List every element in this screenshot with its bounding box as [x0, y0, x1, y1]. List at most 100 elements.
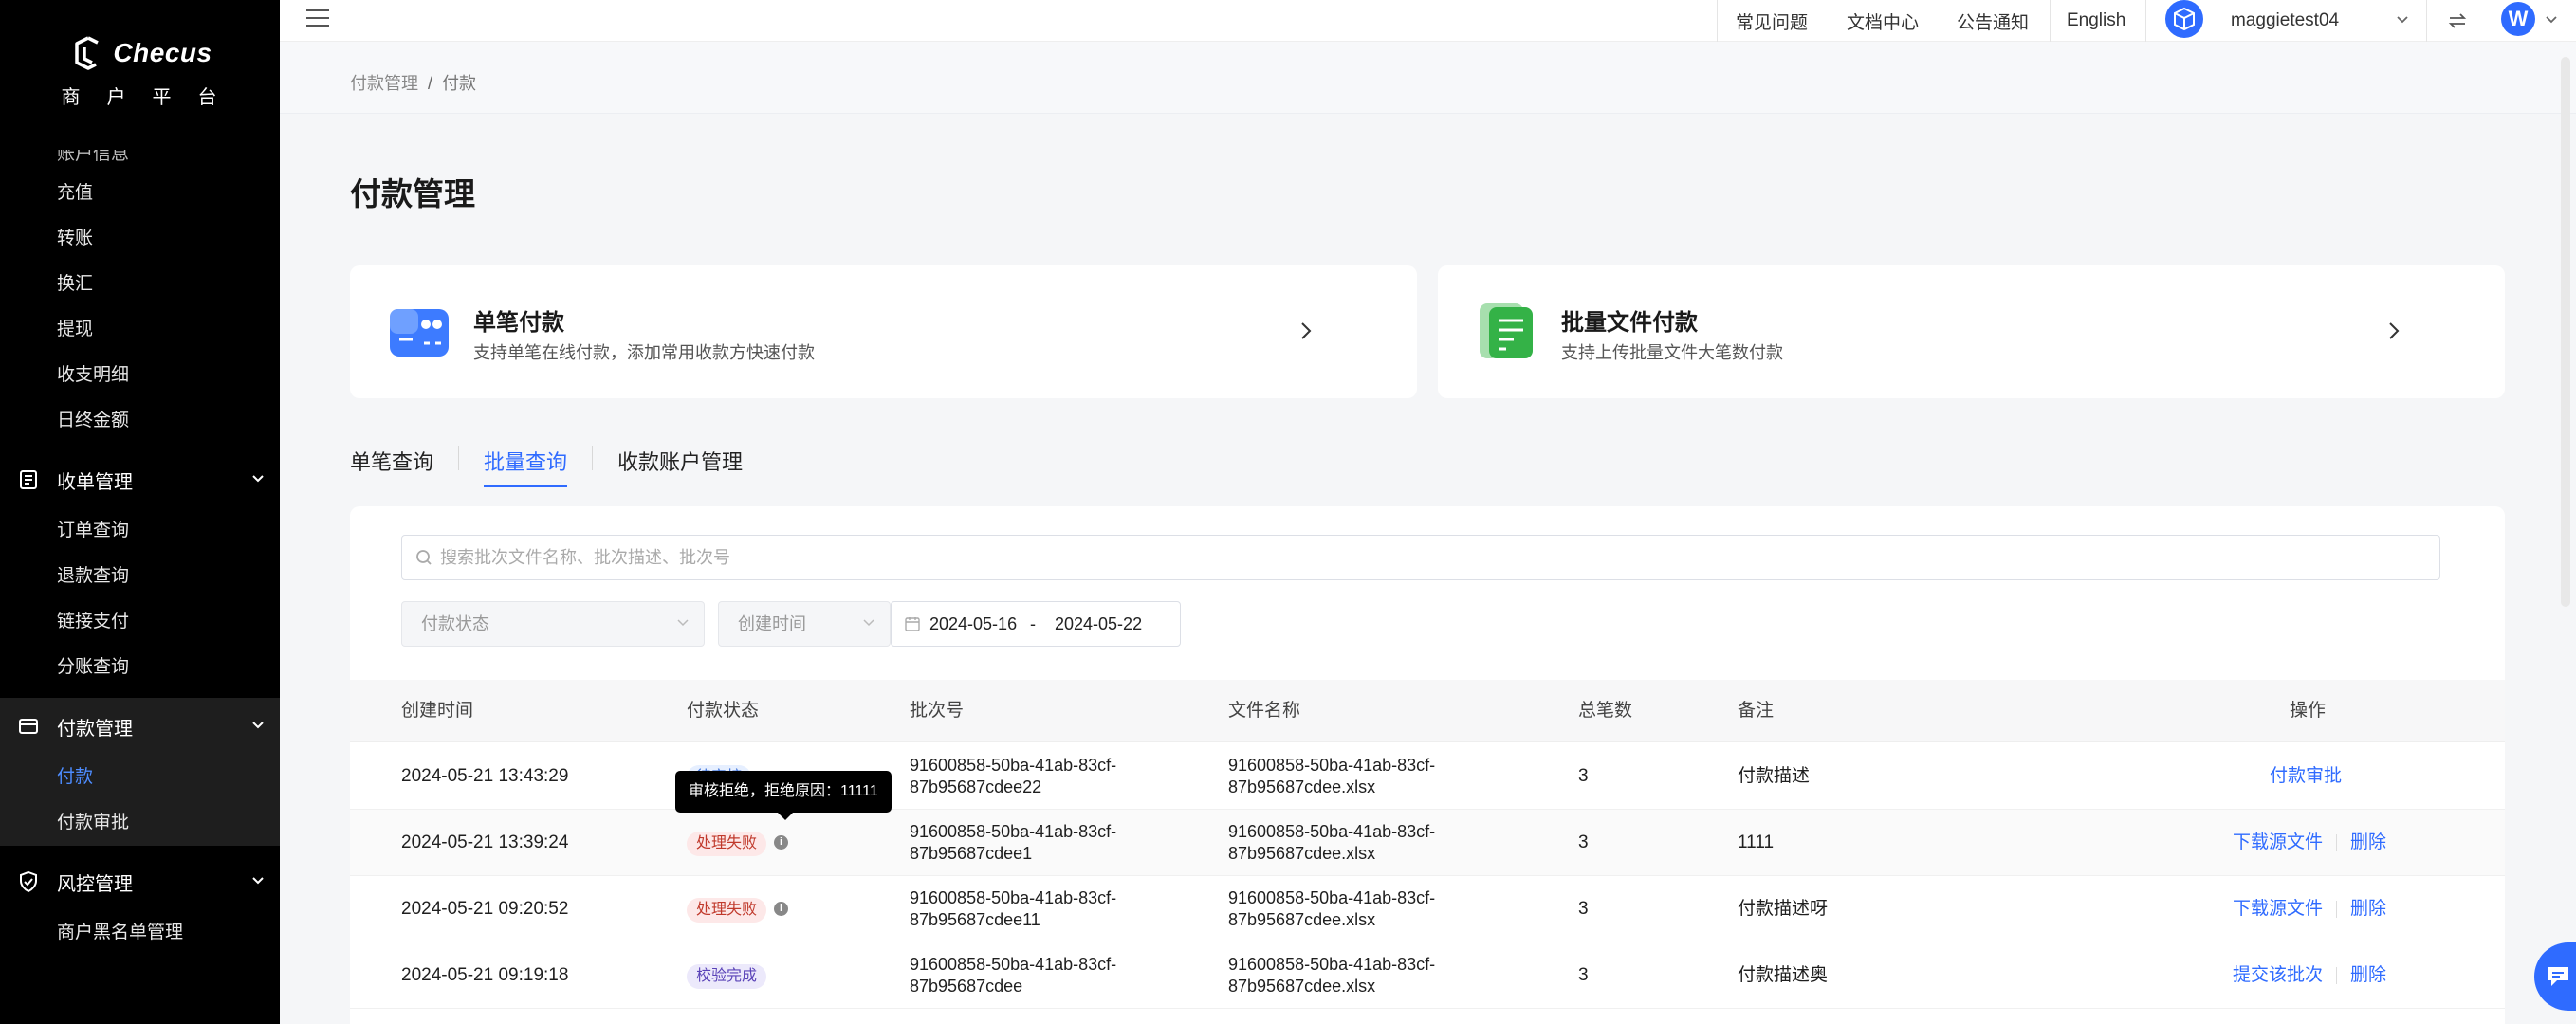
- chat-icon: [2548, 967, 2568, 986]
- cell-batch-no: 91600858-50ba-41ab-83cf- 87b95687cdee22: [910, 755, 1116, 798]
- breadcrumb-parent[interactable]: 付款管理: [350, 74, 418, 93]
- menu-icon[interactable]: [306, 9, 329, 30]
- receipt-icon: [20, 470, 37, 489]
- col-file-name: 文件名称: [1228, 701, 1301, 721]
- approve-payment-button[interactable]: 付款审批: [2270, 766, 2342, 786]
- sidebar-group-payment[interactable]: 付款管理: [0, 698, 280, 755]
- file-line: 91600858-50ba-41ab-83cf-: [1228, 888, 1436, 907]
- cell-note: 付款描述: [1738, 766, 1811, 786]
- col-created: 创建时间: [401, 701, 474, 721]
- switch-icon[interactable]: [2447, 10, 2468, 31]
- docs-link[interactable]: 文档中心: [1847, 0, 1919, 42]
- page-title: 付款管理: [350, 176, 475, 211]
- sidebar-item-exchange[interactable]: 换汇: [0, 262, 280, 307]
- sidebar-group-label: 付款管理: [57, 718, 133, 740]
- chevron-down-icon: [252, 877, 264, 885]
- language-switch[interactable]: English: [2067, 0, 2125, 42]
- file-line: 91600858-50ba-41ab-83cf-: [1228, 756, 1436, 775]
- batch-payment-card[interactable]: 批量文件付款 支持上传批量文件大笔数付款: [1438, 265, 2505, 398]
- chevron-down-icon[interactable]: [2396, 15, 2409, 25]
- cell-actions: 下载源文件 删除: [2233, 810, 2386, 876]
- date-end[interactable]: 2024-05-22: [1055, 602, 1142, 646]
- col-status: 付款状态: [687, 701, 760, 721]
- time-type-select[interactable]: 创建时间: [718, 601, 891, 647]
- submit-batch-button[interactable]: 提交该批次: [2233, 965, 2323, 985]
- user-avatar[interactable]: [2165, 0, 2203, 38]
- cell-total-count: 3: [1578, 832, 1589, 852]
- sidebar-item-transfer[interactable]: 转账: [0, 216, 280, 262]
- delete-button[interactable]: 删除: [2350, 832, 2386, 852]
- table-row: 2024-05-21 09:20:52 处理失败 i 91600858-50ba-…: [350, 876, 2505, 942]
- sidebar-item-payment[interactable]: 付款: [0, 755, 280, 800]
- sidebar-item-withdraw[interactable]: 提现: [0, 307, 280, 353]
- cell-created: 2024-05-21 09:20:52: [401, 899, 569, 919]
- chat-button[interactable]: [2534, 942, 2576, 1011]
- cell-status: 处理失败 i: [687, 810, 789, 876]
- brand-name: Checus: [113, 38, 212, 67]
- card-title: 批量文件付款: [1561, 310, 1698, 336]
- single-payment-card[interactable]: 单笔付款 支持单笔在线付款，添加常用收款方快速付款: [350, 265, 1417, 398]
- sidebar-group-receipt[interactable]: 收单管理: [0, 451, 280, 508]
- sidebar-item-account-info[interactable]: 账户信息: [0, 150, 280, 171]
- cell-total-count: 3: [1578, 899, 1589, 919]
- page-scrollbar[interactable]: [2561, 57, 2570, 607]
- sidebar-group-risk[interactable]: 风控管理: [0, 853, 280, 910]
- sidebar-group-label: 风控管理: [57, 873, 133, 895]
- delete-button[interactable]: 删除: [2350, 899, 2386, 919]
- chevron-right-icon: [1301, 322, 1312, 339]
- download-source-button[interactable]: 下载源文件: [2233, 899, 2323, 919]
- date-range-picker[interactable]: 2024-05-16 - 2024-05-22: [891, 601, 1181, 647]
- date-start[interactable]: 2024-05-16: [929, 602, 1017, 646]
- cell-created: 2024-05-21 13:43:29: [401, 766, 569, 786]
- cell-created: 2024-05-21 09:19:18: [401, 965, 569, 985]
- header-divider: [2426, 0, 2427, 42]
- cell-batch-no: 91600858-50ba-41ab-83cf- 87b95687cdee11: [910, 887, 1116, 931]
- sidebar-item-order-query[interactable]: 订单查询: [0, 508, 280, 554]
- sidebar-item-refund-query[interactable]: 退款查询: [0, 554, 280, 599]
- batch-line: 91600858-50ba-41ab-83cf-: [910, 756, 1117, 775]
- file-payment-icon: [1480, 303, 1533, 358]
- download-source-button[interactable]: 下载源文件: [2233, 832, 2323, 852]
- username[interactable]: maggietest04: [2231, 0, 2339, 42]
- file-line: 87b95687cdee.xlsx: [1228, 910, 1376, 929]
- sidebar-item-link-pay[interactable]: 链接支付: [0, 599, 280, 645]
- cell-total-count: 3: [1578, 965, 1589, 985]
- search-box[interactable]: [401, 535, 2440, 580]
- faq-link[interactable]: 常见问题: [1736, 0, 1808, 42]
- info-icon[interactable]: i: [774, 902, 789, 917]
- status-select[interactable]: 付款状态: [401, 601, 705, 647]
- query-tabs: 单笔查询 批量查询 收款账户管理: [350, 446, 743, 489]
- chevron-down-icon: [252, 722, 264, 729]
- tab-batch-query[interactable]: 批量查询: [484, 446, 568, 487]
- tab-payee-accounts[interactable]: 收款账户管理: [617, 446, 743, 487]
- status-badge: 处理失败: [687, 832, 767, 856]
- notice-link[interactable]: 公告通知: [1957, 0, 2029, 42]
- sidebar-item-split-query[interactable]: 分账查询: [0, 645, 280, 690]
- sidebar-item-recharge[interactable]: 充值: [0, 171, 280, 216]
- cell-created: 2024-05-21 13:39:24: [401, 832, 569, 852]
- cell-status: 校验完成: [687, 942, 767, 1009]
- cube-icon: [2174, 7, 2195, 31]
- delete-button[interactable]: 删除: [2350, 965, 2386, 985]
- table-row: 2024-05-21 09:19:18 校验完成 91600858-50ba-4…: [350, 942, 2505, 1009]
- search-input[interactable]: [440, 536, 2422, 579]
- info-icon[interactable]: i: [774, 835, 789, 850]
- sidebar-item-blacklist[interactable]: 商户黑名单管理: [0, 910, 280, 956]
- account-avatar[interactable]: W: [2501, 2, 2535, 36]
- sidebar-menu: 账户信息 充值 转账 换汇 提现 收支明细 日终金额 收单管理 订单查询 退款查…: [0, 150, 280, 956]
- batch-line: 87b95687cdee: [910, 977, 1023, 996]
- tab-single-query[interactable]: 单笔查询: [350, 446, 433, 487]
- col-actions: 操作: [2290, 701, 2327, 721]
- batch-line: 91600858-50ba-41ab-83cf-: [910, 888, 1117, 907]
- calendar-icon: [905, 617, 920, 631]
- table-row: [350, 1009, 2505, 1024]
- header-divider: [2145, 0, 2146, 42]
- chevron-down-icon[interactable]: [2545, 15, 2558, 25]
- status-badge: 校验完成: [687, 964, 767, 989]
- sidebar-item-eod-balance[interactable]: 日终金额: [0, 398, 280, 444]
- sidebar-item-statement[interactable]: 收支明细: [0, 353, 280, 398]
- sidebar-item-payment-approval[interactable]: 付款审批: [0, 800, 280, 846]
- cell-actions: 付款审批: [2270, 743, 2342, 810]
- breadcrumb: 付款管理 / 付款: [350, 70, 476, 95]
- brand-logo[interactable]: Checus 商户平台: [0, 34, 280, 109]
